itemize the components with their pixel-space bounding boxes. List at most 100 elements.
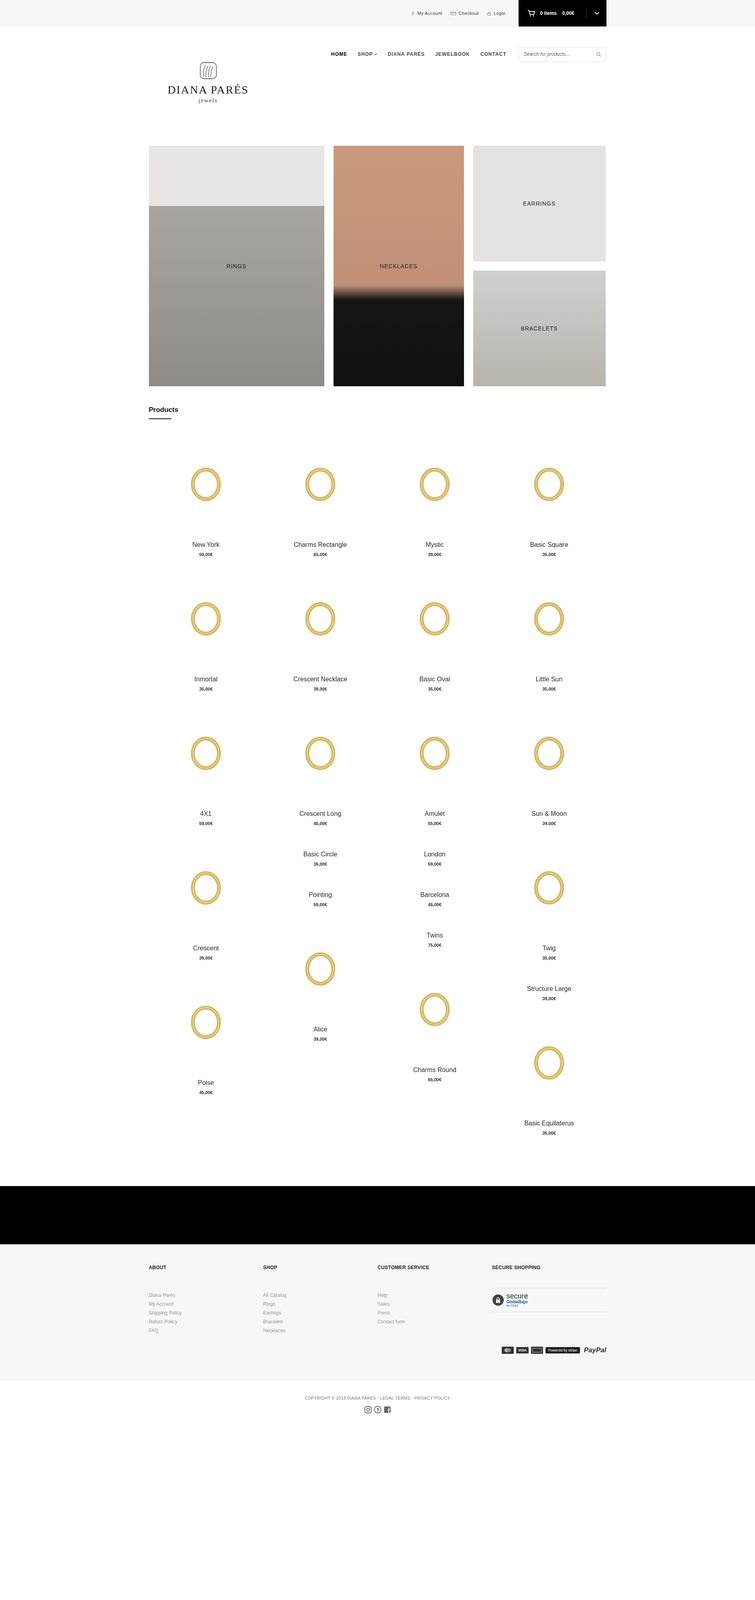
nav-item[interactable]: DIANA PARÉS	[382, 46, 430, 63]
product-card[interactable]: London 59,00€	[377, 832, 493, 873]
product-photo	[148, 563, 264, 671]
footer-link[interactable]: Help	[377, 1292, 388, 1298]
jewel-icon	[408, 456, 461, 509]
product-price: 65,00€	[377, 1076, 493, 1083]
product-photo	[263, 913, 378, 1021]
product-photo	[148, 832, 264, 940]
nav-item[interactable]: JEWELBOOK	[429, 46, 475, 63]
top-link[interactable]: Login	[486, 10, 506, 16]
product-price: 45,00€	[263, 820, 378, 827]
product-card[interactable]: Twig 35,00€	[492, 832, 607, 967]
footer-link[interactable]: Earrings	[263, 1309, 282, 1316]
product-photo	[263, 428, 378, 536]
product-name: Mystic	[377, 539, 493, 550]
product-price: 59,00€	[263, 901, 378, 908]
product-card[interactable]: Charms Rectangle 65,00€	[263, 428, 378, 564]
card-icon	[450, 11, 457, 16]
footer-link[interactable]: Sales	[377, 1300, 390, 1307]
product-name: Amulet	[377, 808, 493, 819]
category-tile[interactable]: BRACELETS	[473, 270, 606, 387]
product-card[interactable]: Alice 39,00€	[263, 913, 378, 1048]
product-card[interactable]: Crescent Necklace 39,00€	[263, 563, 378, 698]
product-name: London	[377, 849, 493, 859]
product-card[interactable]: Little Sun 35,00€	[492, 563, 607, 698]
search-icon[interactable]	[596, 51, 602, 57]
category-tile[interactable]: EARRINGS	[473, 145, 606, 262]
footer-heading: SHOP	[263, 1263, 378, 1271]
footer-link[interactable]: Rings	[263, 1300, 276, 1307]
top-link[interactable]: My Account	[410, 10, 443, 16]
product-card[interactable]: Basic Equilaterus 35,00€	[492, 1007, 607, 1142]
logo-hands-icon	[197, 61, 219, 82]
product-card[interactable]: Crescent Long 45,00€	[263, 697, 378, 833]
instagram-icon[interactable]	[364, 1405, 373, 1414]
product-card[interactable]: Structure Large 39,00€	[492, 966, 607, 1008]
product-card[interactable]: Inmortal 35,00€	[148, 563, 264, 698]
search-input[interactable]	[523, 51, 597, 57]
footer-link[interactable]: Contact form	[377, 1318, 406, 1325]
nav-item[interactable]: HOME	[325, 46, 353, 63]
nav-item[interactable]: SHOP	[352, 46, 383, 63]
product-name: New York	[148, 539, 264, 550]
social-links	[0, 1405, 755, 1414]
product-card[interactable]: Basic Oval 35,00€	[377, 563, 493, 698]
product-photo	[263, 563, 378, 671]
product-card[interactable]: New York 59,00€	[148, 428, 264, 564]
product-name: Twins	[377, 930, 493, 941]
category-tile[interactable]: NECKLACES	[333, 145, 464, 387]
product-name: Inmortal	[148, 674, 264, 684]
product-card[interactable]: Poise 45,00€	[148, 966, 264, 1101]
category-tile[interactable]: RINGS	[148, 145, 325, 387]
footer-link[interactable]: Necklaces	[263, 1327, 286, 1333]
footer-column: SHOP All Catalog Rings Earrings Bracelets Ne…	[263, 1263, 378, 1335]
product-name: Charms Rectangle	[263, 539, 378, 550]
account-links: My Account Checkout Login	[410, 0, 506, 27]
jewel-icon	[179, 725, 232, 778]
product-card[interactable]: Mystic 39,00€	[377, 428, 493, 564]
payment-methods: VISAPowered by stripePayPal	[148, 1345, 607, 1354]
paypal-logo: PayPal	[584, 1345, 607, 1354]
product-photo	[492, 428, 607, 536]
top-link[interactable]: Checkout	[450, 10, 479, 16]
product-card[interactable]: Basic Circle 35,00€	[263, 832, 378, 873]
logo[interactable]: DIANA PARÉS jewels	[158, 61, 259, 105]
lock-icon	[486, 11, 492, 16]
product-card[interactable]: Charms Round 65,00€	[377, 953, 493, 1089]
nav-item[interactable]: CONTACT	[475, 46, 512, 63]
product-name: Basic Equilaterus	[492, 1118, 607, 1128]
copyright: COPYRIGHT © 2018 DIANA PARES · LEGAL TER…	[0, 1394, 755, 1402]
product-price: 35,00€	[492, 954, 607, 961]
product-price: 59,00€	[148, 820, 264, 827]
product-card[interactable]: Amulet 55,00€	[377, 697, 493, 833]
jewel-icon	[179, 859, 232, 912]
footer-link[interactable]: Shipping Policy	[148, 1309, 182, 1316]
category-label: BRACELETS	[520, 325, 558, 332]
product-card[interactable]: Barcelona 45,00€	[377, 872, 493, 914]
product-price: 39,00€	[492, 995, 607, 1002]
product-card[interactable]: Basic Square 35,00€	[492, 428, 607, 564]
pinterest-icon[interactable]	[373, 1405, 382, 1414]
product-photo	[492, 832, 607, 940]
product-card[interactable]: Twins 75,00€	[377, 913, 493, 954]
product-column: Mystic 39,00€ Basic Oval 35,00€ Amulet 5…	[377, 428, 493, 1186]
cart-total: 0,00€	[562, 10, 575, 17]
footer-link[interactable]: FAQ	[148, 1327, 159, 1333]
cart-button[interactable]: 0 items 0,00€	[518, 0, 607, 27]
footer-heading: CUSTOMER SERVICE	[377, 1263, 493, 1271]
footer-link[interactable]: Diana Parés	[148, 1292, 176, 1298]
footer-link[interactable]: Return Policy	[148, 1318, 178, 1325]
card-icon	[531, 1346, 544, 1354]
product-photo	[377, 563, 493, 671]
product-card[interactable]: 4X1 59,00€	[148, 697, 264, 833]
footer-link[interactable]: Bracelets	[263, 1318, 284, 1325]
product-photo	[263, 697, 378, 805]
product-card[interactable]: Sun & Moon 39,00€	[492, 697, 607, 833]
product-column: Basic Square 35,00€ Little Sun 35,00€ Su…	[492, 428, 607, 1186]
footer-link[interactable]: My Account	[148, 1300, 174, 1307]
facebook-icon[interactable]	[383, 1405, 392, 1414]
footer-link[interactable]: All Catalog	[263, 1292, 287, 1298]
jewel-icon	[294, 456, 347, 509]
footer-link[interactable]: Press	[377, 1309, 391, 1316]
product-card[interactable]: Pointing 59,00€	[263, 872, 378, 914]
product-card[interactable]: Crescent 39,00€	[148, 832, 264, 967]
